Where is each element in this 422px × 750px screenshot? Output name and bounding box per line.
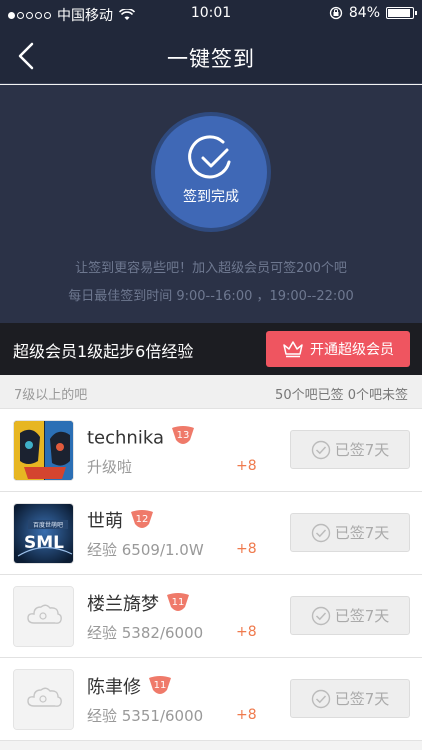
check-circle-icon (311, 689, 330, 708)
open-vip-button[interactable]: 开通超级会员 (266, 331, 410, 367)
open-vip-label: 开通超级会员 (310, 342, 394, 358)
signed-button[interactable]: 已签7天 (290, 679, 410, 718)
forum-level: 11 (154, 680, 167, 691)
summary-sign-count: 50个吧已签 0个吧未签 (275, 388, 408, 403)
sign-done-circle[interactable]: 签到完成 (155, 116, 267, 228)
forum-exp-gain: +8 (236, 458, 257, 474)
forum-level: 12 (136, 514, 149, 525)
forum-name: 陈聿修 11 (87, 673, 173, 703)
forum-summary: 7级以上的吧 50个吧已签 0个吧未签 (0, 375, 422, 409)
signed-label: 已签7天 (334, 607, 390, 625)
status-bar: 中国移动 10:01 84% (0, 0, 422, 28)
forum-exp-gain: +8 (236, 624, 257, 640)
check-circle-icon (311, 523, 330, 542)
technika-avatar-image (14, 421, 73, 480)
forum-exp-gain: +8 (236, 541, 257, 557)
cloud-placeholder-icon (14, 670, 73, 729)
forum-row[interactable]: 楼兰旖梦 11 经验 5382/6000 +8 已签7天 (0, 575, 422, 658)
level-badge-icon: 13 (170, 424, 196, 453)
level-badge-icon: 11 (165, 591, 191, 620)
level-badge-icon: 12 (129, 508, 155, 537)
sml-avatar-image: 百度世萌吧 SML (14, 504, 73, 563)
signed-button[interactable]: 已签7天 (290, 430, 410, 469)
forum-exp: 升级啦 (87, 458, 133, 476)
forum-row[interactable]: 陈聿修 11 经验 5351/6000 +8 已签7天 (0, 658, 422, 741)
signed-label: 已签7天 (334, 441, 390, 459)
forum-name-text: 楼兰旖梦 (87, 594, 159, 615)
forum-name-text: technika (87, 427, 164, 449)
forum-row[interactable]: 百度世萌吧 SML 世萌 12 经验 6509/1.0W +8 已签7天 (0, 492, 422, 575)
signed-label: 已签7天 (334, 690, 390, 708)
forum-name: 楼兰旖梦 11 (87, 590, 191, 620)
sign-done-label: 签到完成 (183, 189, 239, 205)
forum-name-text: 世萌 (87, 511, 123, 532)
refresh-check-icon (188, 135, 231, 179)
signed-label: 已签7天 (334, 524, 390, 542)
status-right: 84% (329, 5, 417, 21)
forum-avatar (13, 586, 74, 647)
check-circle-icon (311, 440, 330, 459)
forum-row[interactable]: technika 13 升级啦 +8 已签7天 (0, 409, 422, 492)
forum-exp: 经验 6509/1.0W (87, 541, 204, 559)
rotation-lock-icon (329, 6, 343, 20)
summary-level-filter: 7级以上的吧 (14, 388, 88, 403)
battery-icon (386, 7, 417, 19)
vip-bar: 超级会员1级起步6倍经验 开通超级会员 (0, 323, 422, 375)
forum-avatar (13, 420, 74, 481)
forum-exp-gain: +8 (236, 707, 257, 723)
signed-button[interactable]: 已签7天 (290, 513, 410, 552)
forum-level: 13 (177, 430, 190, 441)
check-circle-icon (311, 606, 330, 625)
level-badge-icon: 11 (147, 674, 173, 703)
battery-percent: 84% (348, 5, 380, 21)
forum-name-text: 陈聿修 (87, 677, 141, 698)
forum-exp: 经验 5351/6000 (87, 707, 204, 725)
sign-hero: 签到完成 让签到更容易些吧！加入超级会员可签200个吧 每日最佳签到时间 9:0… (0, 85, 422, 323)
forum-level: 11 (172, 597, 185, 608)
forum-name: technika 13 (87, 424, 196, 453)
forum-avatar (13, 669, 74, 730)
forum-exp: 经验 5382/6000 (87, 624, 204, 642)
hero-tip-time: 每日最佳签到时间 9:00--16:00 ，19:00--22:00 (68, 289, 354, 304)
hero-tip-upgrade: 让签到更容易些吧！加入超级会员可签200个吧 (75, 261, 347, 276)
forum-list: technika 13 升级啦 +8 已签7天 百度世萌吧 SML 世萌 12 (0, 409, 422, 741)
nav-bar: 一键签到 (0, 28, 422, 84)
forum-avatar: 百度世萌吧 SML (13, 503, 74, 564)
crown-icon (283, 341, 303, 358)
svg-text:百度世萌吧: 百度世萌吧 (33, 521, 63, 529)
page-title: 一键签到 (167, 47, 255, 71)
signed-button[interactable]: 已签7天 (290, 596, 410, 635)
forum-name: 世萌 12 (87, 507, 155, 537)
vip-promo-text: 超级会员1级起步6倍经验 (13, 342, 194, 361)
cloud-placeholder-icon (14, 587, 73, 646)
